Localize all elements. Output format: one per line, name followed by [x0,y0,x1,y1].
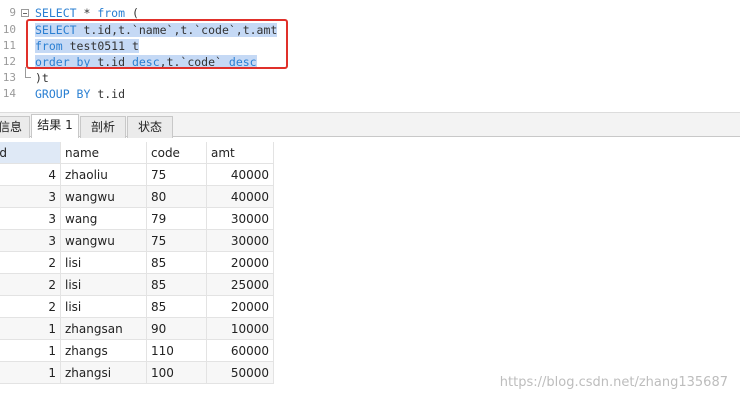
table-row[interactable]: 3 wangwu 80 40000 [0,186,275,208]
cell-amt[interactable]: 20000 [207,252,274,274]
cell-id[interactable]: 1 [0,318,61,340]
cell-name[interactable]: zhangs [61,340,147,362]
column-header-code[interactable]: code [147,142,207,164]
cell-code[interactable]: 85 [147,274,207,296]
cell-id[interactable]: 1 [0,340,61,362]
table-row[interactable]: 3 wangwu 75 30000 [0,230,275,252]
cell-name[interactable]: wang [61,208,147,230]
code-line-14[interactable]: 14 GROUP BY t.id [0,85,740,105]
cell-amt[interactable]: 40000 [207,164,274,186]
cell-id[interactable]: 2 [0,296,61,318]
cell-name[interactable]: lisi [61,252,147,274]
cell-code[interactable]: 110 [147,340,207,362]
cell-code[interactable]: 79 [147,208,207,230]
result-tabbar: 信息 结果 1 剖析 状态 [0,112,740,138]
line-number: 9 [9,6,16,19]
table-row[interactable]: 2 lisi 85 20000 [0,296,275,318]
sql-editor[interactable]: 9 SELECT * from ( 10 SELECT t.id,t.`name… [0,0,740,108]
table-row[interactable]: 1 zhangsi 100 50000 [0,362,275,384]
table-row[interactable]: 2 lisi 85 25000 [0,274,275,296]
line-number: 11 [2,39,16,52]
annotation-red-box [26,19,288,69]
tab-status[interactable]: 状态 [127,116,173,138]
cell-amt[interactable]: 30000 [207,230,274,252]
cell-amt[interactable]: 50000 [207,362,274,384]
cell-code[interactable]: 85 [147,296,207,318]
watermark: https://blog.csdn.net/zhang135687 [499,375,728,390]
cell-name[interactable]: lisi [61,274,147,296]
cell-name[interactable]: zhangsan [61,318,147,340]
cell-name[interactable]: wangwu [61,186,147,208]
code-fragment: t.id [90,87,126,101]
line-number: 14 [2,87,16,100]
cell-id[interactable]: 2 [0,274,61,296]
cell-amt[interactable]: 30000 [207,208,274,230]
cell-code[interactable]: 85 [147,252,207,274]
cell-id[interactable]: 4 [0,164,61,186]
column-header-amt[interactable]: amt [207,142,274,164]
cell-amt[interactable]: 20000 [207,296,274,318]
cell-amt[interactable]: 10000 [207,318,274,340]
cell-id[interactable]: 3 [0,208,61,230]
cell-code[interactable]: 90 [147,318,207,340]
cell-code[interactable]: 75 [147,164,207,186]
grid-header-row: id name code amt [0,142,275,164]
cell-name[interactable]: lisi [61,296,147,318]
table-row[interactable]: 3 wang 79 30000 [0,208,275,230]
cell-code[interactable]: 100 [147,362,207,384]
cell-id[interactable]: 3 [0,186,61,208]
tab-info[interactable]: 信息 [0,116,30,138]
code-text[interactable]: )t [35,71,49,86]
line-number: 13 [2,71,16,84]
line-number: 10 [2,23,16,36]
cell-amt[interactable]: 25000 [207,274,274,296]
cell-name[interactable]: zhaoliu [61,164,147,186]
cell-id[interactable]: 3 [0,230,61,252]
cell-amt[interactable]: 60000 [207,340,274,362]
column-header-id[interactable]: id [0,142,61,164]
code-text[interactable]: GROUP BY t.id [35,87,125,102]
table-row[interactable]: 1 zhangs 110 60000 [0,340,275,362]
cell-code[interactable]: 75 [147,230,207,252]
fold-collapse-icon[interactable] [21,9,29,17]
code-fragment: * [76,6,98,20]
table-row[interactable]: 1 zhangsan 90 10000 [0,318,275,340]
cell-name[interactable]: zhangsi [61,362,147,384]
app-window: 9 SELECT * from ( 10 SELECT t.id,t.`name… [0,0,740,402]
tab-profile[interactable]: 剖析 [80,116,126,138]
cell-id[interactable]: 2 [0,252,61,274]
column-header-name[interactable]: name [61,142,147,164]
code-fragment: )t [35,71,49,85]
keyword: SELECT [35,6,77,20]
cell-id[interactable]: 1 [0,362,61,384]
keyword: from [97,6,126,20]
cell-amt[interactable]: 40000 [207,186,274,208]
line-number: 12 [2,55,16,68]
cell-code[interactable]: 80 [147,186,207,208]
cell-name[interactable]: wangwu [61,230,147,252]
tab-result-1[interactable]: 结果 1 [31,114,79,138]
code-fragment: ( [125,6,139,20]
table-row[interactable]: 2 lisi 85 20000 [0,252,275,274]
keyword: GROUP BY [35,87,91,101]
table-row[interactable]: 4 zhaoliu 75 40000 [0,164,275,186]
